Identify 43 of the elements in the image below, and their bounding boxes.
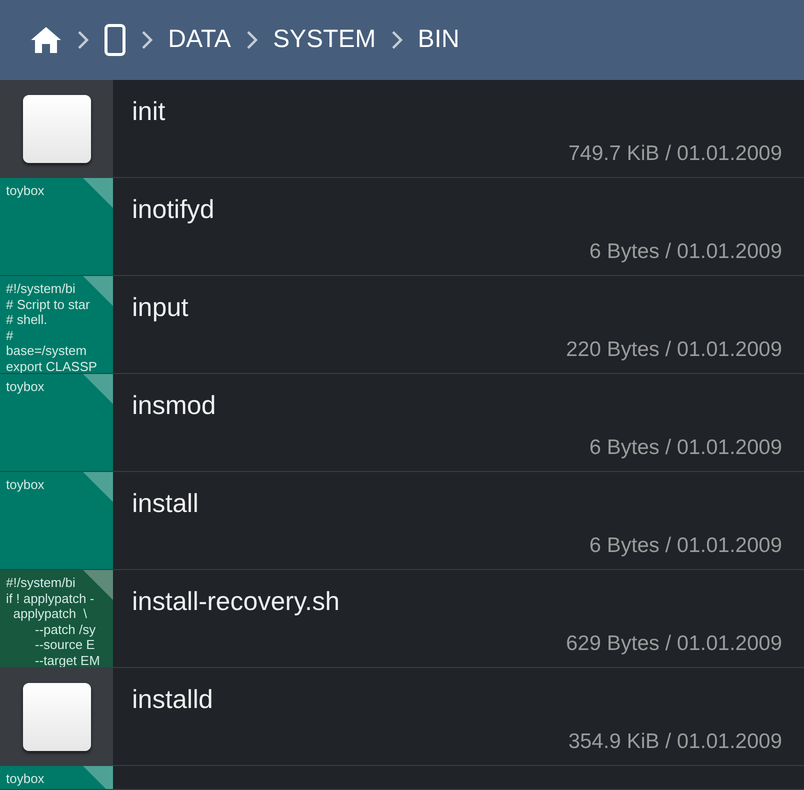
- file-details: 354.9 KiB / 01.01.2009: [567, 728, 782, 754]
- home-icon[interactable]: [30, 26, 62, 54]
- breadcrumb-link[interactable]: SYSTEM: [272, 21, 376, 59]
- file-details: 220 Bytes / 01.01.2009: [565, 336, 782, 362]
- chevron-icon: [140, 30, 154, 50]
- blank-file-icon: [22, 94, 90, 162]
- file-name: install-recovery.sh: [132, 585, 341, 618]
- chevron-icon: [244, 30, 259, 50]
- chevron-icon: [76, 30, 90, 50]
- preview-line: toybox: [6, 771, 44, 787]
- preview-line: applypatch \: [12, 606, 87, 622]
- folded-corner-icon: [83, 374, 113, 404]
- file-name: input: [132, 291, 190, 324]
- file-details: 6 Bytes / 01.01.2009: [588, 532, 782, 558]
- breadcrumb-link[interactable]: BIN: [418, 21, 460, 59]
- file-name: inotifyd: [132, 193, 216, 226]
- file-name: installd: [132, 683, 214, 716]
- blank-file-icon: [22, 682, 90, 750]
- file-details: 6 Bytes / 01.01.2009: [588, 434, 782, 460]
- preview-line: # shell.: [6, 312, 48, 328]
- chevron-icon: [390, 30, 404, 50]
- preview-line: #!/system/bi: [6, 575, 76, 591]
- preview-line: toybox: [6, 183, 44, 199]
- preview-line: if ! applypatch -: [6, 590, 94, 606]
- preview-line: # Script to star: [6, 296, 90, 312]
- preview-line: base=/system: [6, 343, 87, 359]
- folded-corner-icon: [83, 472, 113, 502]
- preview-line: #: [6, 328, 14, 344]
- preview-line: #!/system/bi: [6, 281, 76, 297]
- preview-line: --patch /sy: [34, 622, 96, 638]
- file-details: 629 Bytes / 01.01.2009: [565, 630, 782, 656]
- preview-line: toybox: [6, 477, 44, 493]
- preview-line: --source E: [34, 637, 95, 653]
- folded-corner-icon: [83, 766, 113, 789]
- file-details: 6 Bytes / 01.01.2009: [588, 238, 782, 264]
- file-name: install: [132, 487, 200, 520]
- breadcrumb-link[interactable]: DATA: [168, 21, 231, 59]
- file-name: insmod: [132, 389, 217, 422]
- phone-icon[interactable]: [104, 24, 126, 56]
- file-name: init: [132, 95, 166, 128]
- folded-corner-icon: [83, 178, 113, 208]
- file-details: 749.7 KiB / 01.01.2009: [567, 140, 782, 166]
- preview-line: toybox: [6, 379, 44, 395]
